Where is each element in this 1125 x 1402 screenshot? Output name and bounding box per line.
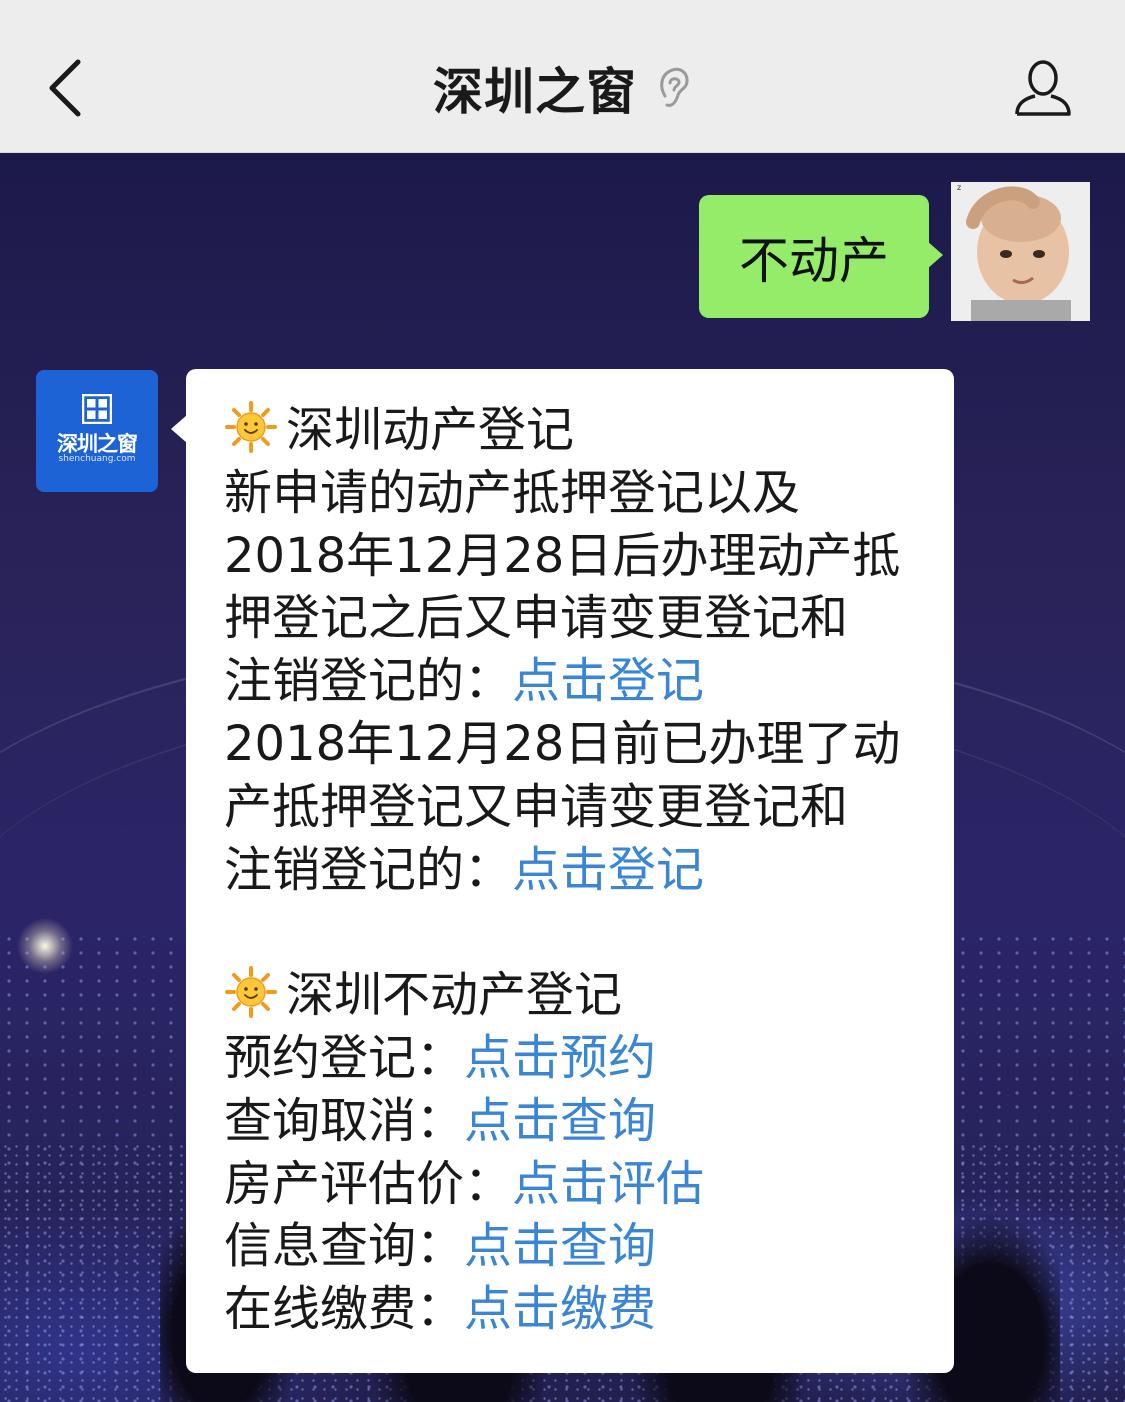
appointment-link[interactable]: 点击预约 bbox=[464, 1030, 656, 1086]
page-title: 深圳之窗 bbox=[432, 63, 637, 121]
text-line: 2018年12月28日前已办理了动 bbox=[224, 715, 901, 772]
bot-avatar[interactable]: 深圳之窗 shenchuang.com bbox=[36, 370, 158, 492]
service-item: 预约登记：点击预约 bbox=[224, 1027, 920, 1090]
sent-message-text: 不动产 bbox=[739, 231, 889, 290]
section-title: 深圳动产登记 bbox=[286, 402, 575, 458]
service-label: 房产评估价： bbox=[224, 1155, 513, 1212]
text-line: 产抵押登记又申请变更登记和 bbox=[224, 778, 849, 835]
section-title: 深圳不动产登记 bbox=[286, 967, 623, 1024]
sent-message-row: 不动产 z bbox=[699, 182, 1090, 321]
text-line: 新申请的动产抵押登记以及 bbox=[224, 464, 801, 521]
link-label: 注销登记的： bbox=[224, 841, 513, 898]
text-line: 注销登记的：点击登记 bbox=[224, 650, 920, 713]
person-icon bbox=[1015, 60, 1071, 116]
payment-link[interactable]: 点击缴费 bbox=[464, 1281, 656, 1337]
service-item: 查询取消：点击查询 bbox=[224, 1090, 920, 1153]
section-title-line: 深圳不动产登记 bbox=[224, 964, 920, 1027]
user-avatar[interactable]: z bbox=[951, 182, 1090, 321]
info-query-link[interactable]: 点击查询 bbox=[464, 1218, 656, 1274]
logo-subtext: shenchuang.com bbox=[58, 454, 136, 464]
service-label: 在线缴费： bbox=[224, 1281, 465, 1338]
register-link[interactable]: 点击登记 bbox=[512, 653, 704, 709]
text-line: 2018年12月28日后办理动产抵 bbox=[224, 527, 901, 584]
register-link[interactable]: 点击登记 bbox=[512, 842, 704, 898]
service-label: 查询取消： bbox=[224, 1092, 465, 1149]
window-logo-icon bbox=[82, 394, 112, 424]
text-line: 注销登记的：点击登记 bbox=[224, 839, 920, 902]
evaluate-link[interactable]: 点击评估 bbox=[512, 1156, 704, 1212]
query-cancel-link[interactable]: 点击查询 bbox=[464, 1093, 656, 1149]
nav-header: 深圳之窗 bbox=[0, 0, 1125, 153]
section-title-line: 深圳动产登记 bbox=[224, 399, 920, 462]
text-line: 押登记之后又申请变更登记和 bbox=[224, 590, 849, 647]
sun-emoji-icon bbox=[225, 966, 277, 1019]
link-label: 注销登记的： bbox=[224, 653, 513, 710]
baby-photo: z bbox=[951, 182, 1090, 321]
service-item: 信息查询：点击查询 bbox=[224, 1215, 920, 1278]
service-item: 在线缴费：点击缴费 bbox=[224, 1278, 920, 1341]
received-message-bubble[interactable]: 深圳动产登记 新申请的动产抵押登记以及 2018年12月28日后办理动产抵 押登… bbox=[171, 369, 954, 1373]
service-item: 房产评估价：点击评估 bbox=[224, 1153, 920, 1216]
service-label: 预约登记： bbox=[224, 1029, 465, 1086]
title-area: 深圳之窗 bbox=[0, 52, 1125, 122]
service-label: 信息查询： bbox=[224, 1218, 465, 1275]
sun-emoji-icon bbox=[225, 401, 277, 453]
ear-icon bbox=[660, 67, 689, 107]
profile-button[interactable] bbox=[1011, 56, 1075, 120]
sent-message-bubble[interactable]: 不动产 bbox=[699, 195, 943, 318]
svg-text:z: z bbox=[957, 183, 961, 192]
